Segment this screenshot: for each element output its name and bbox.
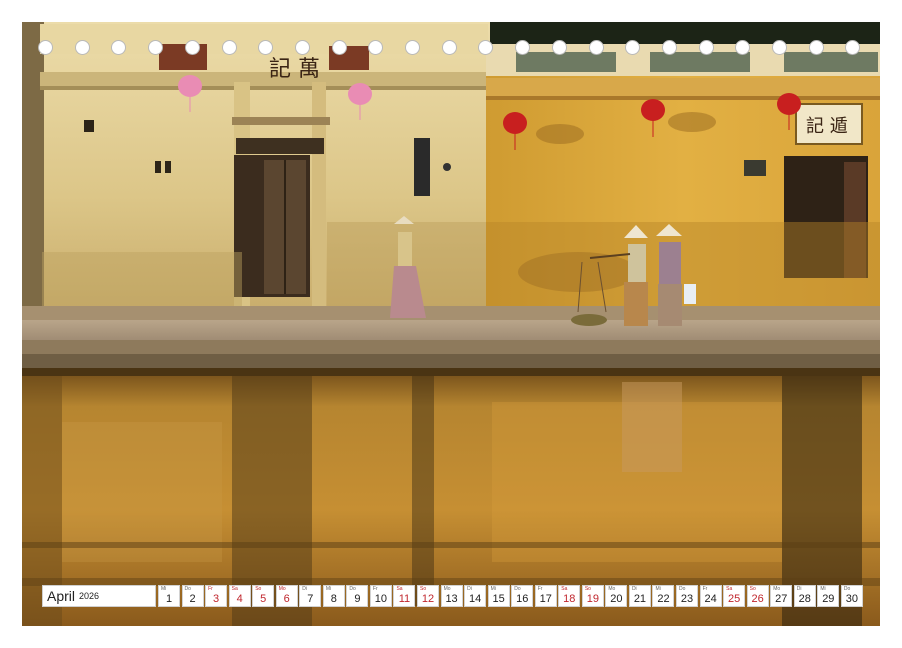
day-cell: Di 7 bbox=[299, 585, 322, 607]
weekday-abbr: Fr bbox=[702, 586, 708, 592]
day-number: 9 bbox=[354, 593, 361, 605]
day-number: 16 bbox=[516, 593, 529, 605]
day-number: 22 bbox=[657, 593, 670, 605]
day-cell: Sa 18 bbox=[558, 585, 581, 607]
day-cells: Mi 1 Do 2 Fr 3 Sa 4 So 5 Mo 6 Di 7 Mi 8 Do 9 Fr 10 Sa 11 So 12 M… bbox=[158, 585, 864, 607]
day-cell: So 26 bbox=[746, 585, 769, 607]
month-name: April bbox=[47, 588, 76, 604]
weekday-abbr: Mi bbox=[820, 586, 826, 592]
weekday-abbr: So bbox=[420, 586, 427, 592]
day-cell: Sa 11 bbox=[393, 585, 416, 607]
weekday-abbr: Do bbox=[679, 586, 686, 592]
day-number: 7 bbox=[307, 593, 314, 605]
day-number: 6 bbox=[283, 593, 290, 605]
day-cell: Di 28 bbox=[793, 585, 816, 607]
weekday-abbr: Di bbox=[631, 586, 637, 592]
weekday-abbr: So bbox=[255, 586, 262, 592]
day-number: 4 bbox=[236, 593, 243, 605]
day-number: 15 bbox=[492, 593, 505, 605]
day-cell: So 19 bbox=[581, 585, 604, 607]
day-number: 30 bbox=[845, 593, 858, 605]
weekday-abbr: Mo bbox=[278, 586, 286, 592]
day-number: 21 bbox=[633, 593, 647, 605]
day-cell: So 5 bbox=[252, 585, 275, 607]
weekday-abbr: Do bbox=[349, 586, 356, 592]
day-cell: Fr 17 bbox=[534, 585, 557, 607]
day-number: 8 bbox=[330, 593, 337, 605]
weekday-abbr: Di bbox=[467, 586, 472, 592]
day-cell: Sa 25 bbox=[723, 585, 746, 607]
day-number: 3 bbox=[213, 593, 220, 605]
day-number: 17 bbox=[539, 593, 552, 605]
day-number: 5 bbox=[260, 593, 267, 605]
month-label-box: April 2026 bbox=[42, 585, 156, 607]
weekday-abbr: Fr bbox=[372, 586, 378, 592]
weekday-abbr: Fr bbox=[208, 586, 213, 592]
day-cell: Do 23 bbox=[676, 585, 699, 607]
day-cell: Mo 6 bbox=[275, 585, 298, 607]
weekday-abbr: Sa bbox=[396, 586, 403, 592]
day-cell: Di 14 bbox=[464, 585, 487, 607]
left-shop-sign: 記 萬 bbox=[269, 57, 320, 82]
day-number: 27 bbox=[775, 593, 788, 605]
day-cell: Fr 10 bbox=[369, 585, 392, 607]
weekday-abbr: Mo bbox=[608, 586, 616, 592]
day-cell: Mo 20 bbox=[605, 585, 628, 607]
day-number: 1 bbox=[165, 593, 173, 605]
day-number: 29 bbox=[822, 593, 835, 605]
day-cell: Mo 13 bbox=[440, 585, 463, 607]
weekday-abbr: Sa bbox=[726, 586, 733, 592]
right-shop-sign: 記 遁 bbox=[806, 116, 848, 137]
day-number: 20 bbox=[610, 593, 623, 605]
day-number: 11 bbox=[398, 593, 411, 605]
day-cell: Di 21 bbox=[628, 585, 651, 607]
weekday-abbr: Mi bbox=[161, 586, 167, 592]
weekday-abbr: Do bbox=[184, 586, 191, 592]
day-cell: Do 9 bbox=[346, 585, 369, 607]
weekday-abbr: Sa bbox=[231, 586, 238, 592]
day-cell: Mi 15 bbox=[487, 585, 510, 607]
day-number: 18 bbox=[563, 593, 576, 605]
calendar-strip: April 2026 Mi 1 Do 2 Fr 3 Sa 4 So 5 Mo 6 Di 7 Mi 8 Do 9 Fr… bbox=[42, 585, 863, 607]
day-cell: Mi 8 bbox=[322, 585, 345, 607]
day-number: 2 bbox=[189, 593, 196, 605]
weekday-abbr: So bbox=[584, 586, 591, 592]
day-cell: Mo 27 bbox=[770, 585, 793, 607]
day-number: 12 bbox=[421, 593, 435, 605]
weekday-abbr: Do bbox=[514, 586, 521, 592]
weekday-abbr: Mi bbox=[490, 586, 496, 592]
day-cell: Fr 24 bbox=[699, 585, 722, 607]
weekday-abbr: Mo bbox=[773, 586, 781, 592]
day-cell: Do 16 bbox=[511, 585, 534, 607]
day-cell: So 12 bbox=[417, 585, 440, 607]
day-cell: Sa 4 bbox=[228, 585, 251, 607]
day-number: 26 bbox=[751, 593, 764, 605]
day-cell: Mi 29 bbox=[817, 585, 840, 607]
day-number: 14 bbox=[468, 593, 482, 605]
weekday-abbr: Mi bbox=[655, 586, 661, 592]
weekday-abbr: Mo bbox=[443, 586, 451, 592]
day-cell: Mi 22 bbox=[652, 585, 675, 607]
weekday-abbr: Di bbox=[796, 586, 802, 592]
calendar-page: 記 萬 記 遁 April 2026 Mi 1 Do 2 Fr 3 Sa 4 S… bbox=[0, 0, 902, 648]
day-number: 24 bbox=[704, 593, 717, 605]
weekday-abbr: Di bbox=[302, 586, 308, 592]
month-year: 2026 bbox=[79, 591, 100, 601]
day-number: 25 bbox=[728, 593, 741, 605]
day-cell: Do 30 bbox=[840, 585, 863, 607]
weekday-abbr: Fr bbox=[537, 586, 543, 592]
hoi-an-riverside-photo: 記 萬 記 遁 bbox=[22, 22, 880, 626]
day-number: 13 bbox=[445, 593, 458, 605]
day-number: 28 bbox=[798, 593, 811, 605]
weekday-abbr: Mi bbox=[325, 586, 332, 592]
day-number: 23 bbox=[680, 593, 694, 605]
day-number: 19 bbox=[586, 593, 599, 605]
day-cell: Mi 1 bbox=[158, 585, 180, 607]
weekday-abbr: Sa bbox=[561, 586, 568, 592]
weekday-abbr: So bbox=[749, 586, 756, 592]
day-number: 10 bbox=[374, 593, 388, 605]
day-cell: Do 2 bbox=[181, 585, 204, 607]
weekday-abbr: Do bbox=[843, 586, 851, 592]
day-cell: Fr 3 bbox=[205, 585, 228, 607]
